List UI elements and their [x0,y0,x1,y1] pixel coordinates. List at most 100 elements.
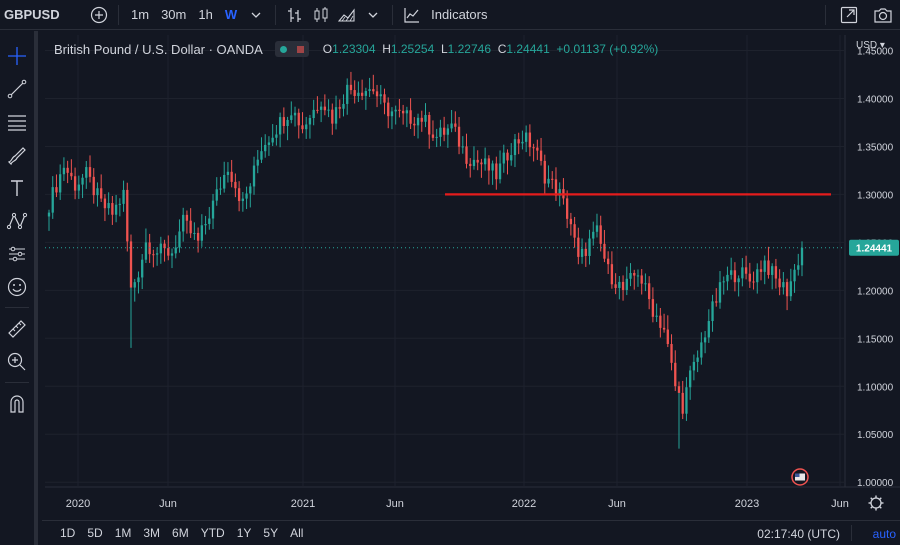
candle-body [170,253,174,256]
candle-body [610,264,614,285]
candle-body [677,386,681,393]
interval-1m-button[interactable]: 1m [125,0,155,30]
time-tick-label: 2022 [512,498,536,510]
candle-body [327,109,330,111]
candle-body [722,281,725,283]
candle-body [398,109,401,111]
gear-tooth [879,497,882,500]
candle-body [278,117,282,135]
candle-body [651,299,655,317]
candle-body [551,178,554,180]
candle-body [599,225,602,244]
candle-body [674,362,677,387]
magnet-tool[interactable] [0,387,34,420]
candle-body [793,269,796,282]
candle-body [689,370,692,388]
chevron-down-icon[interactable] [243,0,269,30]
range-1y-button[interactable]: 1Y [231,526,258,540]
measure-tool[interactable] [0,312,34,345]
candle-body [133,282,136,288]
prediction-tool[interactable] [0,237,34,270]
zoom-tool[interactable] [0,345,34,378]
candle-body [252,165,256,187]
indicators-button[interactable]: Indicators [425,0,493,30]
gear-icon[interactable] [870,497,882,509]
brush-tool[interactable] [0,138,34,171]
camera-icon[interactable] [866,0,900,30]
bar-chart-type-icon[interactable] [282,0,308,30]
candle-body [603,243,606,259]
candle-body [789,281,792,297]
utc-clock[interactable]: 02:17:40 (UTC) [757,527,840,541]
range-1m-button[interactable]: 1M [109,526,138,540]
fullscreen-icon[interactable] [832,0,866,30]
candle-body [457,126,461,147]
toolbar-divider [275,4,277,25]
trend-line-tool[interactable] [0,72,34,105]
candle-body [767,260,770,275]
candle-body [312,109,315,119]
candle-body [316,109,319,111]
interval-30m-button[interactable]: 30m [155,0,192,30]
symbol-search[interactable]: GBPUSD [0,7,86,22]
range-1d-button[interactable]: 1D [54,526,81,540]
candle-body [364,91,368,96]
candle-body [47,212,51,217]
time-tick-label: Jun [386,498,404,510]
interval-w-button[interactable]: W [219,0,243,30]
range-5d-button[interactable]: 5D [81,526,108,540]
candle-body [539,150,543,161]
change-value: +0.01137 (+0.92%) [556,42,659,56]
candle-body [409,110,412,124]
chevron-down-icon[interactable] [360,0,386,30]
candle-body [111,203,114,215]
candles-chart-type-icon[interactable] [308,0,334,30]
emoji-tool[interactable] [0,270,34,303]
range-ytd-button[interactable]: YTD [195,526,231,540]
range-6m-button[interactable]: 6M [166,526,195,540]
interval-1h-button[interactable]: 1h [192,0,218,30]
currency-selector[interactable]: USD ▾ [856,40,885,51]
area-chart-type-icon[interactable] [334,0,360,30]
candle-body [741,267,744,279]
candle-body [159,243,162,254]
candle-body [618,281,621,288]
text-tool[interactable] [0,171,34,204]
candle-body [543,160,546,184]
candle-body [394,109,397,112]
candle-body [51,187,54,213]
compare-add-icon[interactable] [86,0,112,30]
candle-body [644,283,647,285]
auto-scale-button[interactable]: auto [873,527,896,541]
fib-tool[interactable] [0,105,34,138]
candle-body [800,247,804,266]
pattern-tool[interactable] [0,204,34,237]
price-tick-label: 1.40000 [857,94,894,105]
range-3m-button[interactable]: 3M [137,526,166,540]
candle-body [264,144,267,152]
price-tick-label: 1.20000 [857,286,894,297]
candle-body [323,106,327,111]
range-5y-button[interactable]: 5Y [257,526,284,540]
candle-body [405,110,409,114]
candle-body [431,134,435,138]
ohlc-values: O1.23304 H1.25254 L1.22746 C1.24441 +0.0… [323,42,658,56]
forecast-icon [9,246,25,261]
range-all-button[interactable]: All [284,526,309,540]
indicators-icon[interactable] [399,0,425,30]
candle-body [748,273,751,282]
candle-body [293,112,297,116]
open-value: 1.23304 [332,42,376,56]
candle-body [208,218,211,224]
price-chart[interactable]: 1.000001.050001.100001.150001.200001.250… [45,35,900,520]
candle-body [174,247,177,254]
us-flag-canton [795,473,800,477]
candle-body [715,301,718,303]
legend-visibility-toggle[interactable] [274,41,309,57]
smiley-icon [7,277,27,296]
magnet-icon [10,394,24,413]
toolbar-divider [118,4,119,25]
crosshair-tool[interactable] [0,39,34,72]
candle-body [513,139,517,156]
candle-body [580,248,584,257]
